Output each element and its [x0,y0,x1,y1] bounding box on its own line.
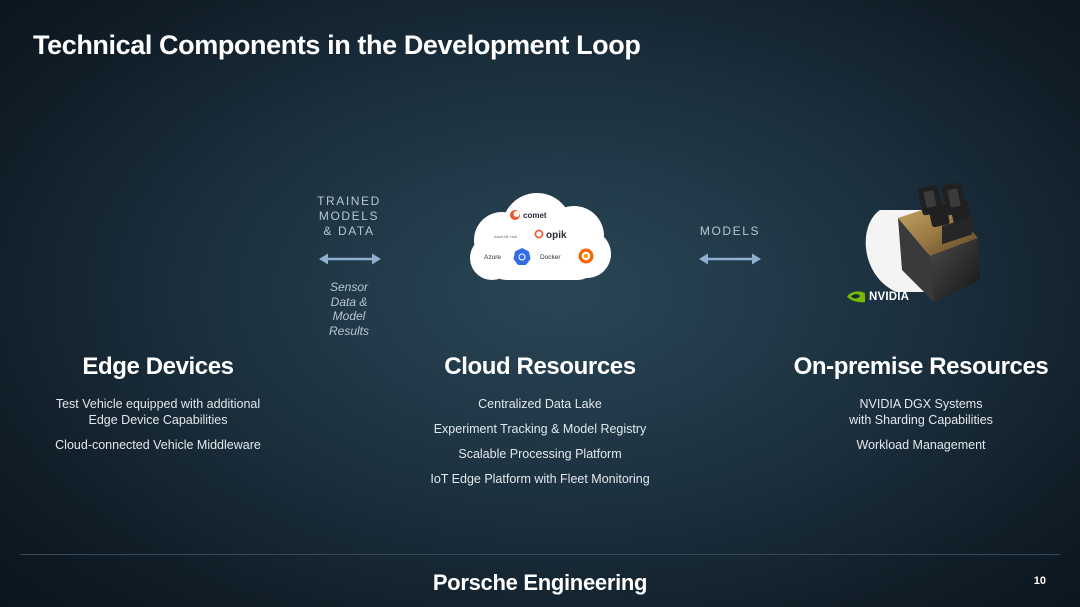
item-line: Edge Device Capabilities [88,413,228,427]
left-connector-bottom-label: Sensor Data & Model Results [309,280,389,338]
page-number: 10 [1033,575,1046,587]
cloud-resources-column: Cloud Resources Centralized Data Lake Ex… [410,353,670,487]
comet-logo: comet [510,210,547,220]
cloud-graphic: comet Azure ML Hub opik Azure Docker [470,193,611,280]
footer-divider [20,554,1060,555]
slide-title: Technical Components in the Development … [33,30,641,60]
item-line: Test Vehicle equipped with additional [55,397,261,411]
label-line: MODELS [699,224,761,238]
double-arrow-icon [699,253,761,265]
dgx-hardware-image [865,182,980,302]
comet-logo-text: comet [523,211,547,220]
item-line: with Sharding Capabilities [849,413,993,427]
on-premise-resources-column: On-premise Resources NVIDIA DGX Systems … [781,353,1061,453]
nvidia-eye-icon [847,291,865,303]
azure-logo-text: Azure [484,254,501,261]
label-line: & DATA [323,224,375,238]
left-connector-top-label: TRAINED MODELS & DATA [309,194,389,239]
column-item: Cloud-connected Vehicle Middleware [55,437,261,453]
label-line: TRAINED [317,194,381,208]
column-item: Test Vehicle equipped with additional Ed… [56,396,260,428]
edge-devices-column: Edge Devices Test Vehicle equipped with … [38,353,278,453]
grafana-icon [578,248,594,264]
column-item: Experiment Tracking & Model Registry [433,422,647,436]
double-arrow-icon [319,253,381,265]
nvidia-logo: NVIDIA [846,290,909,303]
item-line: Cloud-connected Vehicle Middleware [55,438,261,452]
footer-brand: Porsche Engineering [432,570,648,595]
opik-logo-text: opik [546,230,567,241]
column-heading: Edge Devices [82,353,234,380]
column-heading: On-premise Resources [793,353,1049,380]
label-line: Results [328,323,369,338]
label-line: Sensor [329,280,369,294]
item-line: Workload Management [856,438,986,452]
column-item: Centralized Data Lake [478,397,602,411]
column-item: NVIDIA DGX Systems with Sharding Capabil… [849,396,993,428]
column-heading: Cloud Resources [444,353,636,380]
docker-logo-text: Docker [540,254,561,261]
column-item: Scalable Processing Platform [458,447,622,461]
right-connector-top-label: MODELS [690,224,770,239]
item-line: NVIDIA DGX Systems [859,397,983,411]
nvidia-logo-text: NVIDIA [869,290,910,303]
label-line: Data & [330,294,368,309]
label-line: MODELS [318,209,380,223]
opik-prefix-text: Azure ML Hub [494,235,517,239]
label-line: Model [332,309,366,323]
column-item: IoT Edge Platform with Fleet Monitoring [430,472,650,486]
column-item: Workload Management [856,437,985,453]
